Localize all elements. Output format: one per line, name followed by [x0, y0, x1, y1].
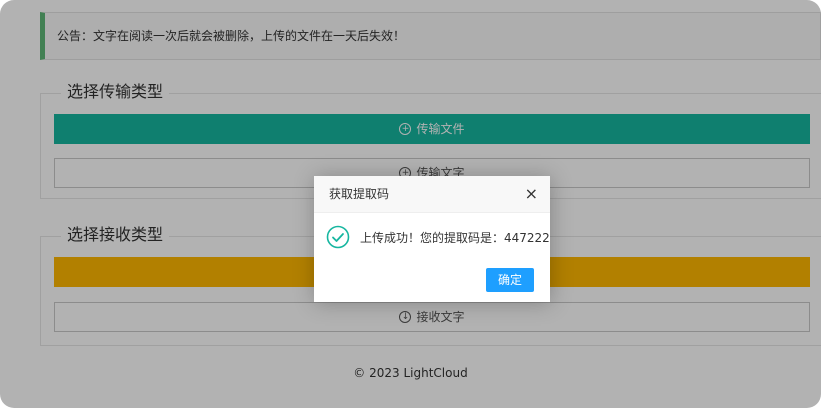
- dialog-message: 上传成功！您的提取码是：447222: [360, 230, 550, 245]
- check-circle-icon: [326, 225, 350, 249]
- dialog-body: 上传成功！您的提取码是：447222: [314, 213, 550, 261]
- dialog-title: 获取提取码: [329, 187, 390, 201]
- confirm-button[interactable]: 确定: [486, 268, 534, 292]
- dialog-header: 获取提取码 ×: [314, 176, 550, 213]
- extract-code-dialog: 获取提取码 × 上传成功！您的提取码是：447222 确定: [314, 176, 550, 302]
- close-icon[interactable]: ×: [525, 176, 538, 212]
